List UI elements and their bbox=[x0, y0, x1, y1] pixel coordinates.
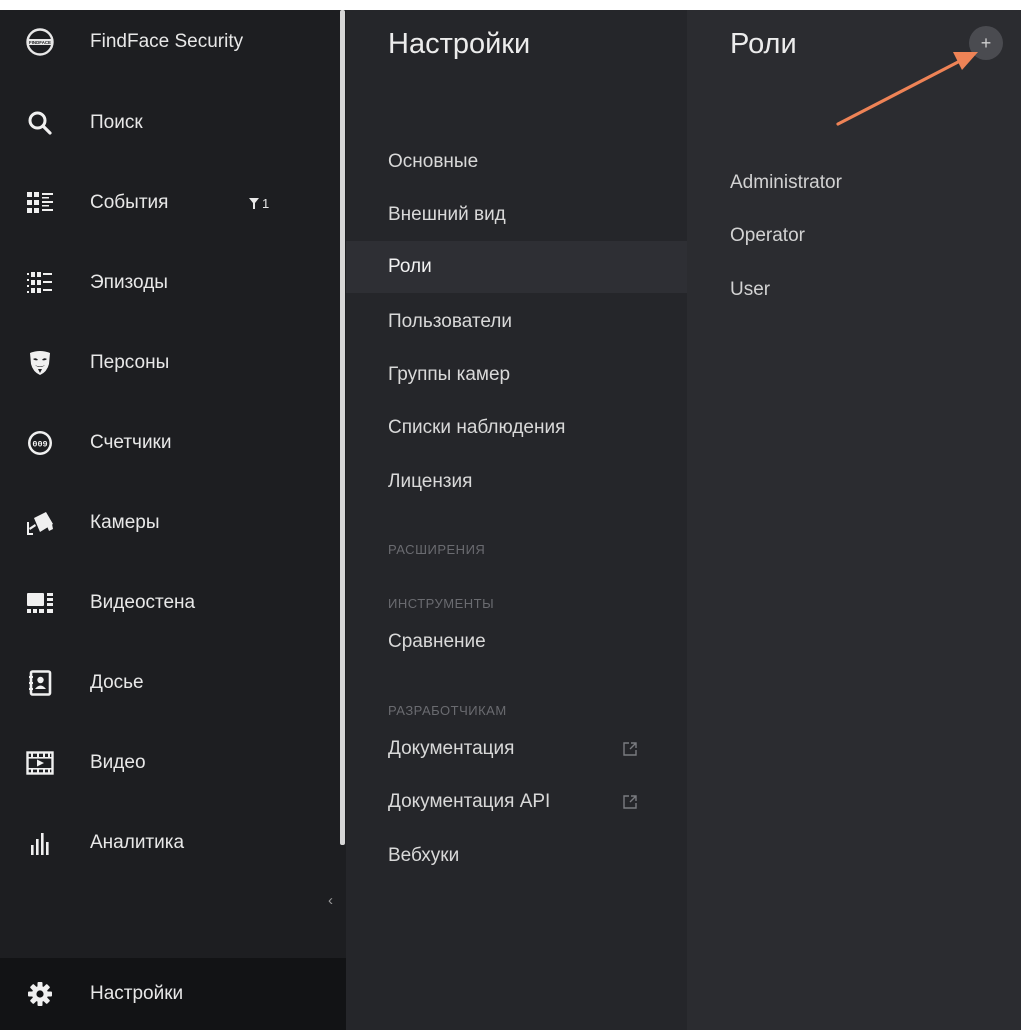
menu-item-label: Пользователи bbox=[388, 311, 513, 332]
sidebar-item-label: Видеостена bbox=[90, 592, 196, 613]
external-link-icon bbox=[623, 795, 637, 809]
videowall-icon bbox=[26, 589, 54, 617]
video-icon bbox=[26, 749, 54, 777]
menu-item-comparison[interactable]: Сравнение bbox=[346, 616, 687, 668]
page-title: Настройки bbox=[388, 28, 531, 60]
menu-item-license[interactable]: Лицензия bbox=[346, 456, 687, 508]
role-list-item[interactable]: Administrator bbox=[730, 172, 842, 194]
sidebar-item-label: Счетчики bbox=[90, 432, 172, 453]
sidebar-item-label: Аналитика bbox=[90, 832, 185, 853]
menu-item-label: Вебхуки bbox=[388, 845, 460, 866]
brand-link[interactable]: FINDFACE FindFace Security bbox=[0, 22, 340, 62]
external-link-icon bbox=[623, 742, 637, 756]
section-heading-developers: РАЗРАБОТЧИКАМ bbox=[388, 703, 507, 718]
analytics-icon bbox=[26, 829, 54, 857]
menu-item-users[interactable]: Пользователи bbox=[346, 296, 687, 348]
menu-item-appearance[interactable]: Внешний вид bbox=[346, 189, 687, 241]
sidebar-item-video[interactable]: Видео bbox=[0, 743, 340, 783]
menu-item-label: Основные bbox=[388, 151, 479, 172]
sidebar-item-counters[interactable]: 009 Счетчики bbox=[0, 423, 340, 463]
menu-item-watch-lists[interactable]: Списки наблюдения bbox=[346, 402, 687, 454]
episodes-icon bbox=[26, 269, 54, 297]
sidebar-item-label: Эпизоды bbox=[90, 272, 168, 293]
menu-item-camera-groups[interactable]: Группы камер bbox=[346, 349, 687, 401]
camera-icon bbox=[26, 509, 54, 537]
main-sidebar: FINDFACE FindFace Security Поиск События… bbox=[0, 10, 346, 1030]
menu-item-roles[interactable]: Роли bbox=[346, 241, 687, 293]
menu-item-label: Роли bbox=[388, 256, 432, 277]
svg-text:009: 009 bbox=[32, 440, 47, 450]
sidebar-item-dossier[interactable]: Досье bbox=[0, 663, 340, 703]
svg-text:FINDFACE: FINDFACE bbox=[29, 40, 51, 45]
menu-item-label: Документация API bbox=[388, 791, 551, 812]
filter-count: 1 bbox=[262, 195, 270, 211]
sidebar-item-episodes[interactable]: Эпизоды bbox=[0, 263, 340, 303]
filter-badge[interactable]: 1 bbox=[249, 196, 269, 211]
person-mask-icon bbox=[26, 349, 54, 377]
filter-icon bbox=[249, 197, 259, 209]
collapse-sidebar-button[interactable]: ‹ bbox=[328, 892, 333, 909]
sidebar-item-cameras[interactable]: Камеры bbox=[0, 503, 340, 543]
sidebar-item-events[interactable]: События 1 bbox=[0, 183, 340, 223]
sidebar-footer: Настройки bbox=[0, 958, 346, 1030]
sidebar-item-label: Досье bbox=[90, 672, 144, 693]
events-grid-icon bbox=[26, 189, 54, 217]
menu-item-general[interactable]: Основные bbox=[346, 136, 687, 188]
add-role-button[interactable]: + bbox=[969, 26, 1003, 60]
findface-logo-icon: FINDFACE bbox=[26, 28, 54, 56]
section-heading-extensions: РАСШИРЕНИЯ bbox=[388, 542, 486, 557]
gear-icon bbox=[26, 980, 54, 1008]
menu-item-label: Документация bbox=[388, 738, 515, 759]
role-list-item[interactable]: User bbox=[730, 279, 770, 301]
sidebar-item-label: Настройки bbox=[90, 983, 184, 1004]
sidebar-item-search[interactable]: Поиск bbox=[0, 103, 340, 143]
brand-name: FindFace Security bbox=[90, 31, 244, 52]
sidebar-item-analytics[interactable]: Аналитика bbox=[0, 823, 340, 863]
sidebar-item-label: Персоны bbox=[90, 352, 170, 373]
sidebar-scrollbar[interactable] bbox=[340, 10, 345, 845]
sidebar-item-label: Поиск bbox=[90, 112, 143, 133]
roles-panel: Роли + Administrator Operator User bbox=[687, 10, 1021, 1030]
menu-item-documentation[interactable]: Документация bbox=[346, 723, 687, 775]
sidebar-item-label: События bbox=[90, 192, 169, 213]
sidebar-item-label: Камеры bbox=[90, 512, 160, 533]
menu-item-label: Лицензия bbox=[388, 471, 473, 492]
sidebar-item-videowall[interactable]: Видеостена bbox=[0, 583, 340, 623]
sidebar-item-label: Видео bbox=[90, 752, 146, 773]
dossier-icon bbox=[26, 669, 54, 697]
search-icon bbox=[26, 109, 54, 137]
section-heading-tools: ИНСТРУМЕНТЫ bbox=[388, 596, 495, 611]
menu-item-webhooks[interactable]: Вебхуки bbox=[346, 830, 687, 882]
menu-item-label: Группы камер bbox=[388, 364, 511, 385]
menu-item-label: Списки наблюдения bbox=[388, 417, 566, 438]
counter-icon: 009 bbox=[26, 429, 54, 457]
menu-item-api-documentation[interactable]: Документация API bbox=[346, 776, 687, 828]
sidebar-item-persons[interactable]: Персоны bbox=[0, 343, 340, 383]
roles-title: Роли bbox=[730, 28, 797, 60]
sidebar-item-settings[interactable]: Настройки bbox=[0, 974, 340, 1014]
menu-item-label: Внешний вид bbox=[388, 204, 506, 225]
role-list-item[interactable]: Operator bbox=[730, 225, 805, 247]
settings-menu-panel: Настройки Основные Внешний вид Роли Поль… bbox=[346, 10, 687, 1030]
menu-item-label: Сравнение bbox=[388, 631, 486, 652]
